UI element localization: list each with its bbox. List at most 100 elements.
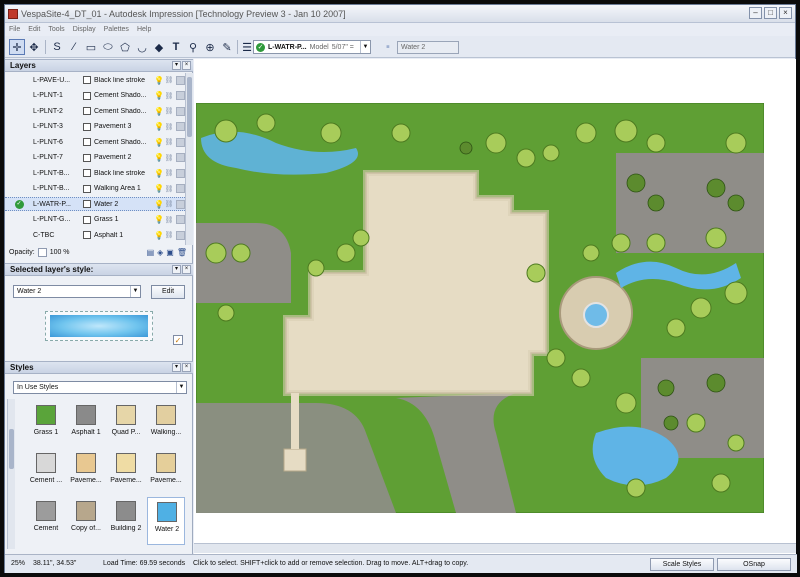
panel-menu-icon[interactable]: ▾ (172, 363, 181, 372)
style-tile[interactable]: Walking... (147, 401, 185, 449)
zoom-level[interactable]: 25% (11, 560, 25, 567)
layer-lock-icon[interactable]: ⛓ (164, 231, 174, 239)
selected-style-dropdown[interactable]: Water 2 ▼ (13, 285, 141, 298)
line-tool-icon[interactable]: ⁄ (66, 39, 82, 55)
layer-gutter[interactable] (5, 151, 33, 165)
style-tile[interactable]: Paveme... (147, 449, 185, 497)
menu-tools[interactable]: Tools (48, 26, 64, 33)
scale-styles-button[interactable]: Scale Styles (650, 558, 714, 571)
visibility-bulb-icon[interactable]: 💡 (154, 153, 164, 162)
menu-help[interactable]: Help (137, 26, 151, 33)
layer-options-box[interactable] (176, 153, 185, 162)
chevron-down-icon[interactable]: ▼ (360, 41, 370, 53)
layer-properties-icon[interactable]: ▣ (166, 248, 174, 257)
close-button[interactable]: × (779, 7, 792, 19)
layers-scroll-thumb[interactable] (187, 77, 192, 137)
style-tile[interactable]: Cement ... (27, 449, 65, 497)
eyedropper-tool-icon[interactable]: ✎ (219, 39, 235, 55)
new-layer-icon[interactable]: ▤ (147, 248, 155, 257)
layer-gutter[interactable] (5, 89, 33, 103)
preview-check-icon[interactable]: ✓ (173, 335, 183, 345)
layer-row[interactable]: L-PLNT-2 Cement Shado... 💡 ⛓ (5, 104, 193, 118)
fill-tool-icon[interactable]: ◆ (151, 39, 167, 55)
minimize-button[interactable]: – (749, 7, 762, 19)
layer-gutter[interactable] (5, 213, 33, 227)
zoom-tool-icon[interactable]: ⊕ (202, 39, 218, 55)
edit-style-button[interactable]: Edit (151, 285, 185, 299)
chevron-down-icon[interactable]: ▼ (130, 286, 140, 297)
style-tile[interactable]: Asphalt 1 (67, 401, 105, 449)
style-tile[interactable]: Building 2 (107, 497, 145, 545)
layer-row[interactable]: L-PLNT-7 Pavement 2 💡 ⛓ (5, 151, 193, 165)
osnap-button[interactable]: OSnap (717, 558, 791, 571)
opacity-stepper[interactable] (37, 248, 47, 257)
layer-lock-icon[interactable]: ⛓ (164, 169, 174, 177)
style-swatch-icon[interactable]: ▪ (380, 39, 396, 55)
text-tool-icon[interactable]: T (168, 39, 184, 55)
merge-layer-icon[interactable]: ◈ (157, 248, 163, 257)
menu-palettes[interactable]: Palettes (104, 26, 129, 33)
visibility-bulb-icon[interactable]: 💡 (154, 138, 164, 147)
layer-options-box[interactable] (176, 184, 185, 193)
menu-file[interactable]: File (9, 26, 20, 33)
opacity-value[interactable]: 100 % (50, 249, 70, 256)
visibility-bulb-icon[interactable]: 💡 (154, 231, 164, 240)
layer-gutter[interactable] (5, 166, 33, 180)
active-layer-dropdown[interactable]: ✓ L-WATR-P... Model 5/07" = ▼ (253, 40, 371, 54)
menu-display[interactable]: Display (73, 26, 96, 33)
menu-edit[interactable]: Edit (28, 26, 40, 33)
visibility-bulb-icon[interactable]: 💡 (154, 169, 164, 178)
visibility-bulb-icon[interactable]: 💡 (154, 76, 164, 85)
styles-filter-dropdown[interactable]: In Use Styles ▼ (13, 381, 187, 394)
layer-options-box[interactable] (176, 230, 185, 240)
layer-lock-icon[interactable]: ⛓ (164, 185, 174, 193)
drawing-canvas[interactable] (194, 59, 796, 554)
layer-options-box[interactable] (176, 122, 185, 131)
visibility-bulb-icon[interactable]: 💡 (154, 91, 164, 100)
layer-lock-icon[interactable]: ⛓ (164, 216, 174, 224)
magnifier-tool-icon[interactable]: ⚲ (185, 39, 201, 55)
layer-lock-icon[interactable]: ⛓ (164, 123, 174, 131)
visibility-bulb-icon[interactable]: 💡 (154, 107, 164, 116)
style-tile[interactable]: Paveme... (67, 449, 105, 497)
layer-gutter[interactable] (5, 228, 33, 242)
select-tool-icon[interactable]: ✛ (9, 39, 25, 55)
style-tile[interactable]: Grass 1 (27, 401, 65, 449)
layer-gutter[interactable] (5, 73, 33, 87)
current-style-field[interactable]: Water 2 (397, 41, 459, 54)
panel-menu-icon[interactable]: ▾ (172, 265, 181, 274)
layer-lock-icon[interactable]: ⛓ (164, 154, 174, 162)
layer-row[interactable]: L-PLNT-6 Cement Shado... 💡 ⛓ (5, 135, 193, 149)
styles-scrollbar[interactable] (7, 399, 15, 549)
layer-row[interactable]: L-PAVE-U... Black line stroke 💡 ⛓ (5, 73, 193, 87)
layer-row[interactable]: ✓ L-WATR-P... Water 2 💡 ⛓ (5, 197, 193, 211)
layer-gutter[interactable] (5, 182, 33, 196)
layer-options-box[interactable] (176, 75, 185, 85)
layer-row[interactable]: L-PLNT-G... Grass 1 💡 ⛓ (5, 213, 193, 227)
layer-options-box[interactable] (176, 168, 185, 178)
layer-options-box[interactable] (176, 106, 185, 116)
panel-close-icon[interactable]: × (182, 363, 191, 372)
layer-lock-icon[interactable]: ⛓ (164, 76, 174, 84)
panel-close-icon[interactable]: × (182, 265, 191, 274)
panel-menu-icon[interactable]: ▾ (172, 61, 181, 70)
layer-options-box[interactable] (176, 199, 185, 209)
polygon-tool-icon[interactable]: ⬠ (117, 39, 133, 55)
style-tile[interactable]: Copy of... (67, 497, 105, 545)
layer-row[interactable]: L-PLNT-1 Cement Shado... 💡 ⛓ (5, 89, 193, 103)
style-tile[interactable]: Quad P... (107, 401, 145, 449)
layer-gutter[interactable]: ✓ (5, 197, 33, 211)
layer-row[interactable]: L-PLNT-B... Walking Area 1 💡 ⛓ (5, 182, 193, 196)
freehand-tool-icon[interactable]: S (49, 39, 65, 55)
site-plan-drawing[interactable] (196, 103, 764, 513)
layers-scrollbar[interactable] (185, 73, 193, 245)
visibility-bulb-icon[interactable]: 💡 (154, 184, 164, 193)
pan-tool-icon[interactable]: ✥ (26, 39, 42, 55)
layer-options-box[interactable] (176, 215, 185, 224)
styles-scroll-thumb[interactable] (9, 429, 14, 469)
visibility-bulb-icon[interactable]: 💡 (154, 215, 164, 224)
rectangle-tool-icon[interactable]: ▭ (83, 39, 99, 55)
chevron-down-icon[interactable]: ▼ (176, 382, 186, 393)
layer-lock-icon[interactable]: ⛓ (164, 92, 174, 100)
visibility-bulb-icon[interactable]: 💡 (154, 200, 164, 209)
